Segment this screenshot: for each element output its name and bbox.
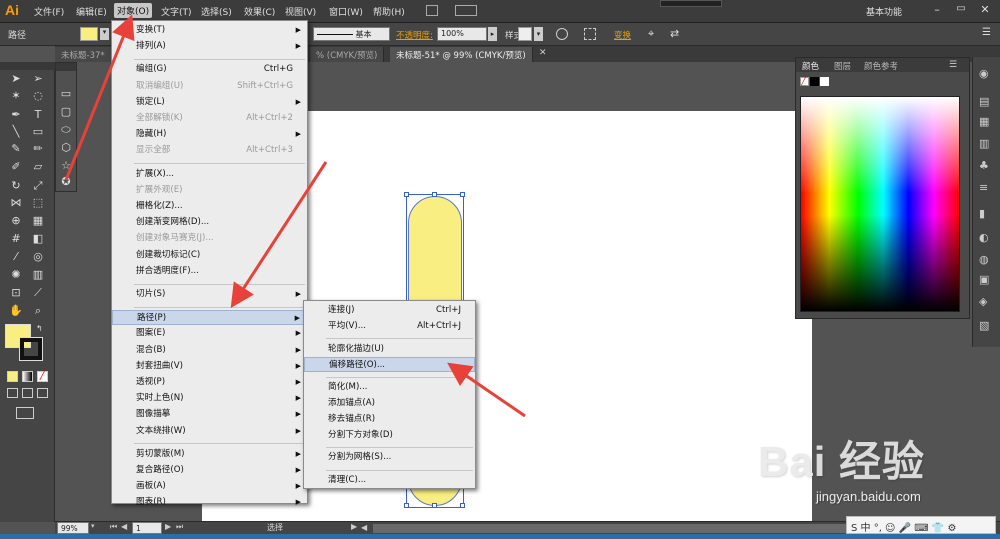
annotation-arrows — [64, 14, 526, 418]
arrow-to-object-menu — [64, 14, 135, 181]
arrow-to-offset-path — [447, 362, 526, 418]
arrow-to-path-item — [230, 161, 328, 309]
